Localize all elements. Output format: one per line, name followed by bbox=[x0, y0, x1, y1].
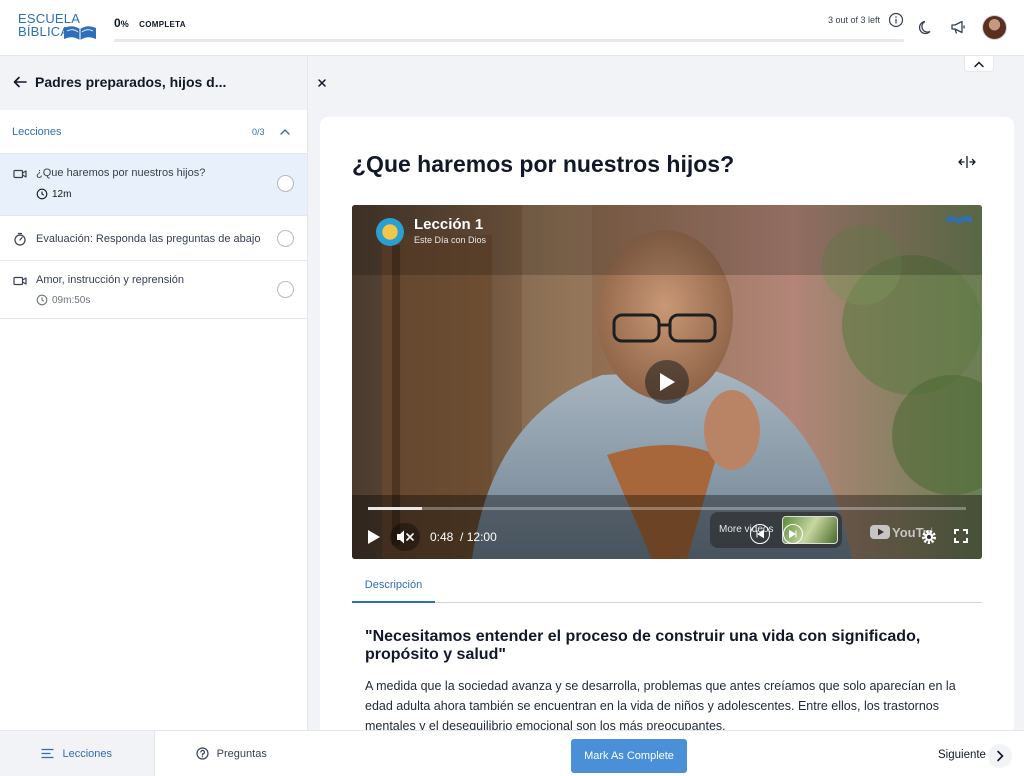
mute-button[interactable] bbox=[390, 523, 420, 551]
stopwatch-icon bbox=[14, 232, 26, 246]
next-lesson-button[interactable] bbox=[988, 744, 1012, 768]
chevron-right-icon bbox=[997, 750, 1004, 762]
video-player[interactable]: Lección 1 Este Día con Dios 0:48 / 12:00… bbox=[352, 205, 982, 559]
progress-label: COMPLETA bbox=[139, 20, 186, 29]
arrow-left-icon[interactable] bbox=[12, 74, 28, 90]
channel-avatar[interactable] bbox=[376, 218, 404, 246]
course-title: Padres preparados, hijos d... bbox=[35, 74, 227, 90]
gear-icon[interactable] bbox=[920, 528, 938, 546]
channel-watermark-icon bbox=[946, 215, 972, 224]
lesson-title: Evaluación: Responda las preguntas de ab… bbox=[36, 233, 261, 245]
escuela-biblica-logo[interactable]: ESCUELA BÍBLICA bbox=[18, 12, 102, 44]
list-icon bbox=[41, 748, 55, 759]
video-seek-bar[interactable] bbox=[368, 507, 966, 510]
lesson-title: Amor, instrucción y reprensión bbox=[36, 274, 184, 286]
fullscreen-icon[interactable] bbox=[954, 529, 968, 543]
lesson-content-card: ¿Que haremos por nuestros hijos? Lección… bbox=[320, 117, 1014, 737]
megaphone-icon[interactable] bbox=[950, 19, 967, 36]
chevron-up-icon[interactable] bbox=[279, 126, 291, 138]
remaining-lessons-text: 3 out of 3 left bbox=[828, 15, 881, 25]
info-icon[interactable] bbox=[888, 12, 904, 28]
tab-preguntas[interactable]: Preguntas bbox=[153, 731, 308, 776]
top-bar: ESCUELA BÍBLICA 0% COMPLETA 3 out of 3 l… bbox=[0, 0, 1024, 56]
description-heading: "Necesitamos entender el proceso de cons… bbox=[365, 628, 921, 663]
video-seek-progress bbox=[368, 507, 422, 510]
lesson-title-heading: ¿Que haremos por nuestros hijos? bbox=[352, 151, 735, 177]
skip-next-icon bbox=[789, 529, 797, 539]
close-icon bbox=[318, 79, 326, 87]
progress-percent: 0% bbox=[114, 16, 129, 30]
lessons-section-label: Lecciones bbox=[12, 126, 62, 138]
previous-video-button[interactable] bbox=[750, 524, 770, 544]
more-videos-panel[interactable]: More videos bbox=[710, 512, 842, 548]
lessons-section-count: 0/3 bbox=[252, 127, 265, 137]
course-progress: 0% COMPLETA bbox=[114, 14, 904, 42]
play-icon bbox=[660, 373, 675, 391]
next-lesson-label[interactable]: Siguiente bbox=[938, 749, 986, 761]
video-channel-name[interactable]: Este Día con Dios bbox=[414, 235, 486, 245]
clock-icon bbox=[36, 188, 48, 200]
video-title[interactable]: Lección 1 bbox=[414, 216, 483, 233]
open-book-icon bbox=[64, 26, 96, 40]
clock-icon bbox=[36, 294, 48, 306]
sidebar-tabs: Lecciones Preguntas bbox=[0, 730, 308, 776]
lesson-duration: 12m bbox=[36, 188, 71, 200]
play-icon[interactable] bbox=[367, 529, 381, 545]
mark-as-complete-button[interactable]: Mark As Complete bbox=[571, 739, 687, 773]
lesson-item-3[interactable]: Amor, instrucción y reprensión 09m:50s bbox=[0, 261, 307, 319]
lesson-complete-checkbox[interactable] bbox=[277, 281, 294, 298]
lesson-item-1[interactable]: ¿Que haremos por nuestros hijos? 12m bbox=[0, 154, 307, 216]
tab-lecciones[interactable]: Lecciones bbox=[0, 731, 154, 776]
center-play-button[interactable] bbox=[645, 360, 689, 404]
video-camera-icon bbox=[13, 276, 27, 286]
lesson-duration: 09m:50s bbox=[36, 294, 90, 306]
skip-previous-icon bbox=[756, 529, 764, 539]
chevron-up-icon bbox=[974, 60, 984, 67]
next-video-button[interactable] bbox=[783, 524, 803, 544]
lesson-title: ¿Que haremos por nuestros hijos? bbox=[36, 167, 206, 179]
tab-label: Preguntas bbox=[216, 747, 267, 760]
description-text: A medida que la sociedad avanza y se des… bbox=[365, 679, 956, 733]
lesson-footer-bar: Mark As Complete Siguiente bbox=[308, 730, 1024, 776]
lesson-complete-checkbox[interactable] bbox=[277, 230, 294, 247]
tab-descripcion[interactable]: Descripción bbox=[352, 569, 435, 603]
close-sidebar-button[interactable] bbox=[309, 70, 335, 96]
lesson-sidebar: Padres preparados, hijos d... Lecciones … bbox=[0, 56, 308, 776]
volume-muted-icon bbox=[397, 530, 414, 544]
user-avatar[interactable] bbox=[982, 15, 1007, 40]
collapse-header-button[interactable] bbox=[964, 56, 994, 72]
progress-track bbox=[114, 39, 904, 42]
question-circle-icon bbox=[196, 747, 209, 760]
tab-label: Lecciones bbox=[62, 747, 113, 760]
video-camera-icon bbox=[13, 169, 27, 179]
expand-width-icon[interactable] bbox=[958, 155, 976, 169]
lesson-item-2[interactable]: Evaluación: Responda las preguntas de ab… bbox=[0, 216, 307, 261]
video-time: 0:48 / 12:00 bbox=[430, 530, 497, 544]
moon-icon[interactable] bbox=[919, 19, 935, 35]
course-header: Padres preparados, hijos d... bbox=[0, 56, 307, 110]
lesson-complete-checkbox[interactable] bbox=[277, 175, 294, 192]
lessons-section-header[interactable]: Lecciones 0/3 bbox=[0, 110, 307, 154]
content-tabs: Descripción bbox=[352, 569, 982, 603]
